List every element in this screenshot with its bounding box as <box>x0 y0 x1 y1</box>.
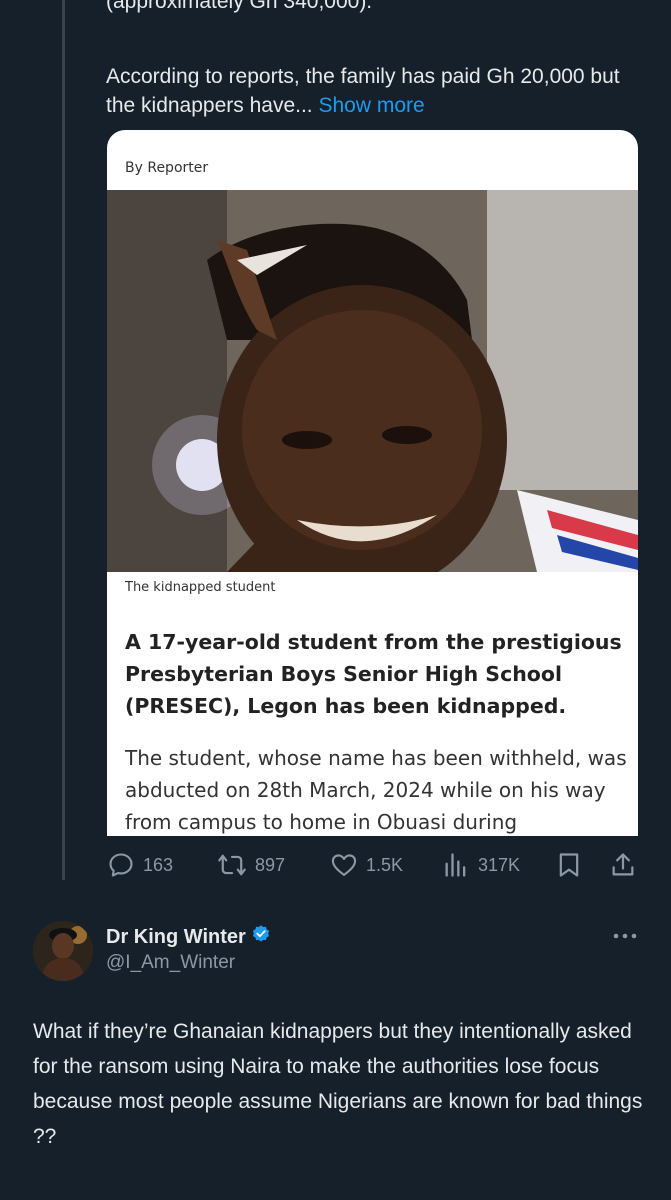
reply-button[interactable]: 163 <box>107 848 173 882</box>
verified-badge-icon <box>251 924 271 950</box>
card-headline: A 17-year-old student from the prestigio… <box>125 630 622 718</box>
share-button[interactable] <box>609 848 637 882</box>
like-count: 1.5K <box>366 854 404 875</box>
avatar-image <box>33 921 93 981</box>
tweet-thread: (approximately Gh 340,000). According to… <box>0 0 671 1200</box>
more-icon <box>613 933 637 939</box>
views-button[interactable]: 317K <box>442 848 520 882</box>
reply-icon <box>107 851 135 879</box>
reply-count: 163 <box>143 854 174 875</box>
card-paragraph: The student, whose name has been withhel… <box>125 746 627 834</box>
card-photo-caption: The kidnapped student <box>125 580 276 595</box>
bookmark-button[interactable] <box>555 848 583 882</box>
reply-tweet-text: What if they’re Ghanaian kidnappers but … <box>33 1020 643 1148</box>
tweet-action-bar: 163 897 1.5K 317K <box>107 848 639 882</box>
repost-icon <box>217 851 247 879</box>
share-icon <box>609 851 637 879</box>
repost-count: 897 <box>255 854 286 875</box>
article-screenshot-card[interactable]: By Reporter The kidnapped student A 17-y… <box>107 130 638 836</box>
student-photo <box>107 190 638 572</box>
user-handle[interactable]: @I_Am_Winter <box>106 952 235 974</box>
student-photo-art <box>107 190 638 572</box>
tweet-body: According to reports, the family has pai… <box>106 62 646 120</box>
more-options-button[interactable] <box>612 926 638 946</box>
like-icon <box>330 851 358 879</box>
card-byline: By Reporter <box>125 160 209 176</box>
display-name[interactable]: Dr King Winter <box>106 926 246 949</box>
thread-connector-line <box>62 0 65 880</box>
avatar[interactable] <box>33 921 93 981</box>
tweet-text-cut-line: (approximately Gh 340,000). <box>106 0 373 13</box>
views-count: 317K <box>478 854 521 875</box>
reply-author[interactable]: Dr King Winter <box>106 924 271 950</box>
bookmark-icon <box>555 851 583 879</box>
repost-button[interactable]: 897 <box>217 848 285 882</box>
like-button[interactable]: 1.5K <box>330 848 403 882</box>
show-more-link[interactable]: Show more <box>318 94 424 117</box>
views-icon <box>442 851 470 879</box>
